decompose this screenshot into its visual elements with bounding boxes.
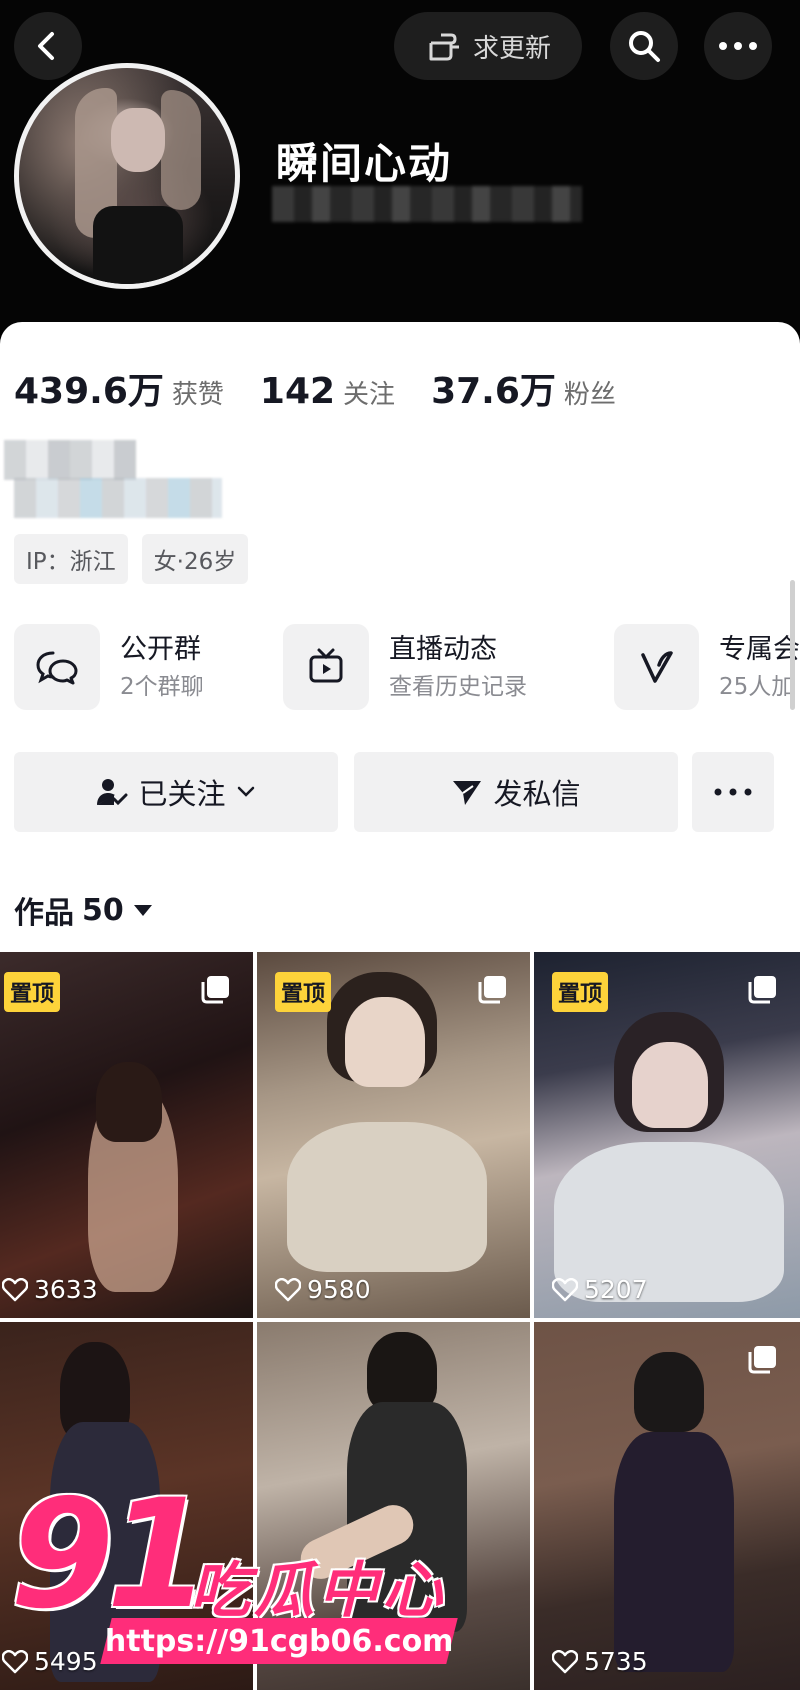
tv-icon — [283, 624, 369, 710]
search-icon — [629, 31, 660, 62]
works-tab[interactable]: 作品 50 — [14, 888, 154, 932]
more-options-button[interactable] — [704, 12, 772, 80]
action-buttons: 已关注 发私信 — [14, 752, 786, 832]
profile-tags: IP：浙江 女·26岁 — [14, 534, 249, 584]
works-count: 50 — [82, 892, 124, 928]
video-thumbnail[interactable]: 5735 — [534, 1322, 800, 1690]
video-grid: 置顶 3633 置顶 9580 置顶 5207 5495 5735 — [0, 952, 800, 1690]
multi-image-icon — [748, 1346, 776, 1374]
profile-info-panel: 439.6万 获赞 142 关注 37.6万 粉丝 IP：浙江 女·26岁 公开… — [0, 322, 800, 952]
video-thumbnail[interactable]: 置顶 3633 — [0, 952, 253, 1318]
like-count: 9580 — [275, 1275, 371, 1304]
pinned-badge: 置顶 — [552, 972, 609, 1012]
heart-icon — [552, 1649, 578, 1673]
triangle-down-icon — [133, 905, 152, 916]
ip-location-tag: IP：浙江 — [14, 534, 128, 584]
following-count[interactable]: 142 — [260, 371, 335, 412]
heart-icon — [2, 1277, 28, 1301]
blurred-bio-line — [4, 440, 136, 480]
scrollbar[interactable] — [790, 580, 795, 710]
profile-header: 求更新 瞬间心动 — [0, 0, 800, 330]
back-button[interactable] — [14, 12, 82, 80]
like-count: 5207 — [552, 1275, 648, 1304]
feature-subtitle: 查看历史记录 — [389, 674, 527, 700]
multi-image-icon — [478, 976, 506, 1004]
feature-title: 直播动态 — [389, 634, 497, 665]
back-arrow-icon — [38, 32, 54, 60]
like-count: 5495 — [2, 1647, 98, 1676]
like-count: 3633 — [2, 1275, 98, 1304]
exclusive-membership-shortcut[interactable]: 专属会 25人加 — [614, 622, 800, 712]
heart-icon — [2, 1649, 28, 1673]
feature-subtitle: 25人加 — [719, 674, 795, 700]
blurred-account-id — [272, 186, 582, 222]
send-message-label: 发私信 — [493, 777, 581, 811]
user-check-icon — [97, 779, 128, 806]
request-update-button[interactable]: 求更新 — [394, 12, 582, 80]
feature-title: 公开群 — [120, 634, 201, 665]
search-button[interactable] — [610, 12, 678, 80]
avatar[interactable] — [14, 63, 240, 289]
more-actions-button[interactable] — [692, 752, 774, 832]
works-label: 作品 — [14, 896, 74, 931]
gender-age-tag: 女·26岁 — [141, 534, 249, 584]
likes-count: 439.6万 — [14, 371, 164, 412]
live-history-shortcut[interactable]: 直播动态 查看历史记录 — [283, 622, 527, 712]
video-thumbnail[interactable] — [257, 1322, 530, 1690]
multi-image-icon — [748, 976, 776, 1004]
pinned-badge: 置顶 — [4, 972, 61, 1012]
pinned-badge: 置顶 — [275, 972, 332, 1012]
heart-icon — [552, 1277, 578, 1301]
following-label: 已关注 — [138, 777, 226, 811]
send-message-button[interactable]: 发私信 — [354, 752, 678, 832]
chevron-down-icon — [237, 786, 254, 797]
feature-shortcuts: 公开群 2个群聊 直播动态 查看历史记录 专属会 25人加 — [14, 622, 800, 712]
likes-label: 获赞 — [171, 380, 224, 410]
v-icon — [614, 624, 699, 710]
request-update-label: 求更新 — [472, 33, 551, 64]
blurred-bio-line — [14, 478, 222, 518]
hand-point-icon — [429, 33, 459, 61]
heart-icon — [275, 1277, 301, 1301]
username: 瞬间心动 — [276, 139, 453, 188]
send-icon — [453, 781, 482, 805]
following-label[interactable]: 关注 — [343, 374, 395, 411]
group-chat-icon — [14, 624, 100, 710]
public-group-shortcut[interactable]: 公开群 2个群聊 — [14, 622, 204, 712]
more-dots-icon — [719, 42, 757, 50]
video-thumbnail[interactable]: 5495 — [0, 1322, 253, 1690]
followers-count[interactable]: 37.6万 — [431, 362, 556, 414]
more-dots-icon — [714, 788, 752, 796]
feature-subtitle: 2个群聊 — [120, 674, 204, 700]
like-count: 5735 — [552, 1647, 648, 1676]
followers-label[interactable]: 粉丝 — [564, 374, 616, 411]
following-button[interactable]: 已关注 — [14, 752, 338, 832]
stats-row: 439.6万 获赞 142 关注 37.6万 粉丝 — [14, 362, 652, 414]
video-thumbnail[interactable]: 置顶 5207 — [534, 952, 800, 1318]
multi-image-icon — [201, 976, 229, 1004]
feature-title: 专属会 — [719, 634, 800, 665]
video-thumbnail[interactable]: 置顶 9580 — [257, 952, 530, 1318]
